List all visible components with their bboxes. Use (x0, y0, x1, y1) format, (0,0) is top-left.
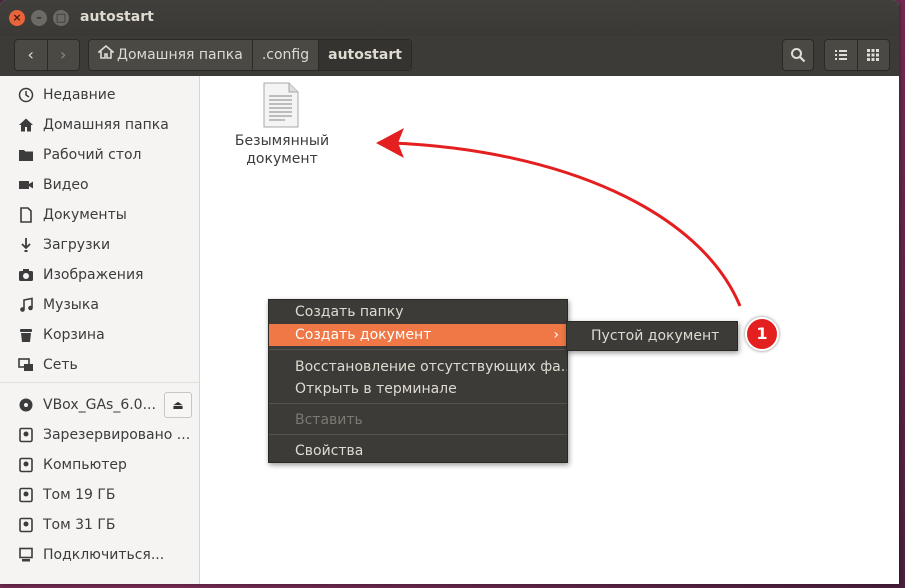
home-icon (96, 40, 116, 70)
breadcrumb: Домашняя папка .config autostart (88, 39, 412, 71)
breadcrumb-home-label: Домашняя папка (117, 47, 243, 63)
disc-icon (17, 396, 35, 414)
titlebar: × – □ autostart (0, 0, 899, 36)
sidebar-item-pictures[interactable]: Изображения (0, 260, 199, 290)
sidebar-item-recent[interactable]: Недавние (0, 80, 199, 110)
video-icon (17, 176, 35, 194)
sidebar-item-label: Видео (43, 177, 89, 193)
submenu-item-empty-document[interactable]: Пустой документ (567, 325, 737, 347)
sidebar-item-label: VBox_GAs_6.0... (43, 397, 156, 413)
folder-icon (17, 146, 35, 164)
sidebar-item-desktop[interactable]: Рабочий стол (0, 140, 199, 170)
camera-icon (17, 266, 35, 284)
sidebar-device-computer[interactable]: Компьютер (0, 450, 199, 480)
context-submenu: Пустой документ (566, 321, 738, 351)
sidebar-item-home[interactable]: Домашняя папка (0, 110, 199, 140)
sidebar-item-documents[interactable]: Документы (0, 200, 199, 230)
view-mode-buttons (824, 39, 890, 71)
sidebar-item-label: Домашняя папка (43, 117, 169, 133)
breadcrumb-home[interactable]: Домашняя папка (89, 40, 252, 70)
window-minimize-button[interactable]: – (31, 10, 47, 26)
sidebar: Недавние Домашняя папка Рабочий стол Вид… (0, 76, 200, 584)
drive-icon (17, 486, 35, 504)
grid-view-button[interactable] (856, 40, 890, 70)
sidebar-item-label: Рабочий стол (43, 147, 142, 163)
sidebar-item-label: Сеть (43, 357, 78, 373)
search-icon (790, 47, 806, 63)
drive-icon (17, 426, 35, 444)
sidebar-device-reserved[interactable]: Зарезервировано ... (0, 420, 199, 450)
menu-item-restore-missing[interactable]: Восстановление отсутствующих фа... (269, 356, 567, 378)
file-name: Безымянный документ (234, 133, 330, 167)
sidebar-device-volume-19[interactable]: Том 19 ГБ (0, 480, 199, 510)
sidebar-item-label: Том 31 ГБ (43, 517, 116, 533)
menu-item-label: Создать документ (295, 327, 432, 343)
menu-item-properties[interactable]: Свойства (269, 440, 567, 462)
network-icon (17, 356, 35, 374)
list-view-button[interactable] (825, 40, 857, 70)
search-button[interactable] (782, 39, 814, 71)
sidebar-connect-server[interactable]: Подключиться... (0, 540, 199, 570)
home-icon (17, 116, 35, 134)
window-close-button[interactable]: × (9, 10, 25, 26)
menu-item-create-document[interactable]: Создать документ › (269, 324, 567, 346)
download-icon (17, 236, 35, 254)
sidebar-item-trash[interactable]: Корзина (0, 320, 199, 350)
text-file-icon (263, 82, 299, 128)
sidebar-item-label: Загрузки (43, 237, 111, 253)
sidebar-item-label: Том 19 ГБ (43, 487, 116, 503)
clock-icon (17, 86, 35, 104)
sidebar-item-label: Компьютер (43, 457, 127, 473)
drive-icon (17, 516, 35, 534)
sidebar-item-label: Музыка (43, 297, 99, 313)
sidebar-item-label: Зарезервировано ... (43, 427, 191, 443)
menu-separator (269, 403, 567, 404)
forward-button[interactable]: › (46, 40, 80, 70)
list-view-icon (834, 50, 847, 60)
sidebar-item-label: Документы (43, 207, 127, 223)
toolbar: ‹ › Домашняя папка .config autostart (0, 36, 899, 76)
sidebar-item-downloads[interactable]: Загрузки (0, 230, 199, 260)
server-icon (17, 546, 35, 564)
menu-item-paste: Вставить (295, 412, 363, 428)
menu-separator (269, 349, 567, 350)
sidebar-item-label: Подключиться... (43, 547, 165, 563)
document-icon (17, 206, 35, 224)
sidebar-item-label: Недавние (43, 87, 116, 103)
menu-item-create-folder[interactable]: Создать папку (269, 301, 567, 323)
breadcrumb-autostart[interactable]: autostart (318, 40, 411, 70)
context-menu: Создать папку Создать документ › Восстан… (268, 299, 568, 463)
drive-icon (17, 456, 35, 474)
grid-view-icon (867, 49, 880, 61)
sidebar-separator (0, 382, 199, 383)
back-button[interactable]: ‹ (15, 40, 47, 70)
sidebar-item-network[interactable]: Сеть (0, 350, 199, 380)
navigation-buttons: ‹ › (14, 39, 80, 71)
menu-item-open-terminal[interactable]: Открыть в терминале (269, 378, 567, 400)
sidebar-item-label: Корзина (43, 327, 105, 343)
breadcrumb-config[interactable]: .config (251, 40, 318, 70)
window-maximize-button[interactable]: □ (53, 10, 69, 26)
music-icon (17, 296, 35, 314)
sidebar-item-videos[interactable]: Видео (0, 170, 199, 200)
trash-icon (17, 326, 35, 344)
chevron-right-icon: › (553, 327, 559, 343)
file-manager-window: × – □ autostart ‹ › Домашняя папка .conf… (0, 0, 899, 584)
menu-separator (269, 434, 567, 435)
annotation-badge: 1 (745, 317, 779, 351)
sidebar-item-music[interactable]: Музыка (0, 290, 199, 320)
sidebar-device-volume-31[interactable]: Том 31 ГБ (0, 510, 199, 540)
sidebar-item-label: Изображения (43, 267, 144, 283)
window-title: autostart (80, 9, 154, 25)
eject-button[interactable]: ⏏ (164, 392, 192, 418)
